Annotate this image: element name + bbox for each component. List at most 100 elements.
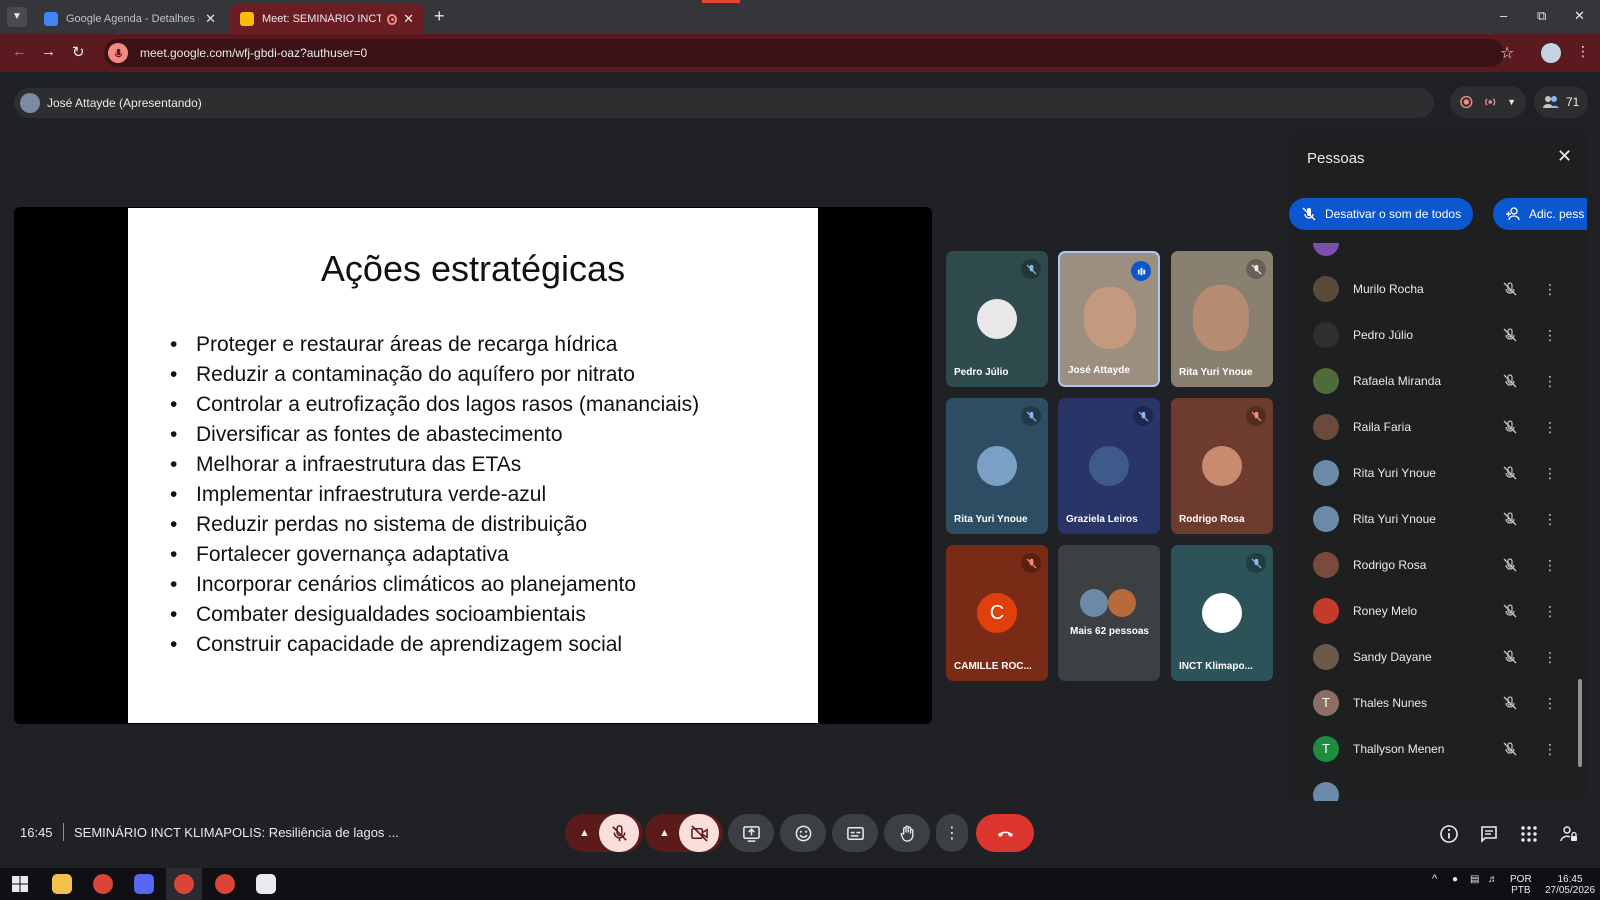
list-item[interactable]: T Thales Nunes ⋮	[1297, 680, 1565, 726]
meeting-details-button[interactable]	[1438, 823, 1460, 845]
more-options-button[interactable]: ⋮	[936, 814, 968, 852]
more-options-icon[interactable]: ⋮	[1543, 695, 1557, 712]
muted-mic-icon[interactable]	[1503, 512, 1517, 526]
list-item[interactable]: Rafaela Miranda ⋮	[1297, 358, 1565, 404]
restore-icon[interactable]: ⧉	[1537, 8, 1546, 24]
muted-mic-icon[interactable]	[1503, 328, 1517, 342]
muted-mic-icon[interactable]	[1503, 282, 1517, 296]
slide: Ações estratégicas Proteger e restaurar …	[128, 208, 818, 723]
add-people-button[interactable]: Adic. pess	[1493, 198, 1587, 230]
list-item[interactable]	[1297, 772, 1565, 801]
list-item[interactable]: Rita Yuri Ynoue ⋮	[1297, 450, 1565, 496]
muted-mic-icon[interactable]	[1503, 742, 1517, 756]
muted-mic-icon[interactable]	[1503, 650, 1517, 664]
muted-mic-icon	[1246, 259, 1266, 279]
participant-tile[interactable]: Rita Yuri Ynoue	[946, 398, 1048, 534]
present-screen-button[interactable]	[728, 814, 774, 852]
profile-avatar[interactable]	[1541, 43, 1561, 63]
chrome-icon[interactable]	[93, 874, 113, 894]
list-item[interactable]	[1297, 243, 1565, 266]
chrome-menu-icon[interactable]: ⋮	[1576, 43, 1590, 60]
language-indicator[interactable]: POR PTB	[1510, 874, 1532, 896]
muted-mic-icon[interactable]	[1503, 466, 1517, 480]
list-item[interactable]: Rodrigo Rosa ⋮	[1297, 542, 1565, 588]
chrome-icon[interactable]	[174, 874, 194, 894]
more-people-tile[interactable]: Mais 62 pessoas	[1058, 545, 1160, 681]
reactions-button[interactable]	[780, 814, 826, 852]
microphone-in-use-icon[interactable]	[108, 43, 128, 63]
list-item[interactable]: Sandy Dayane ⋮	[1297, 634, 1565, 680]
mute-all-button[interactable]: Desativar o som de todos	[1289, 198, 1474, 230]
muted-mic-icon[interactable]	[1503, 420, 1517, 434]
participant-tile[interactable]: C CAMILLE ROC...	[946, 545, 1048, 681]
minimize-icon[interactable]: –	[1500, 8, 1507, 23]
chat-button[interactable]	[1478, 823, 1500, 845]
capcut-icon[interactable]	[256, 874, 276, 894]
windows-taskbar	[0, 868, 1600, 900]
network-icon[interactable]: ▤	[1470, 874, 1479, 885]
more-options-icon[interactable]: ⋮	[1543, 373, 1557, 390]
captions-button[interactable]	[832, 814, 878, 852]
microphone-toggle-button[interactable]	[599, 814, 639, 852]
participant-tile[interactable]: Graziela Leiros	[1058, 398, 1160, 534]
more-options-icon[interactable]: ⋮	[1543, 557, 1557, 574]
participant-tile-active-speaker[interactable]: José Attayde	[1058, 251, 1160, 387]
list-item[interactable]: Roney Melo ⋮	[1297, 588, 1565, 634]
tab-meet[interactable]: Meet: SEMINÁRIO INCT KLI ✕	[230, 4, 424, 34]
raise-hand-button[interactable]	[884, 814, 930, 852]
more-options-icon[interactable]: ⋮	[1543, 419, 1557, 436]
taskbar-clock[interactable]: 16:45 27/05/2026	[1544, 874, 1596, 896]
chevron-up-icon[interactable]: ^	[1432, 874, 1437, 885]
chevron-up-icon[interactable]: ▲	[579, 827, 590, 839]
forward-icon[interactable]: →	[41, 43, 56, 60]
scrollbar[interactable]	[1578, 679, 1582, 767]
participants-button[interactable]: 71	[1534, 86, 1588, 118]
windows-start-icon[interactable]	[10, 874, 30, 894]
new-tab-icon[interactable]: +	[434, 6, 445, 27]
muted-mic-icon[interactable]	[1503, 696, 1517, 710]
more-options-icon[interactable]: ⋮	[1543, 465, 1557, 482]
chrome-icon[interactable]	[215, 874, 235, 894]
camera-toggle-button[interactable]	[679, 814, 719, 852]
leave-call-button[interactable]	[976, 814, 1034, 852]
microphone-icon[interactable]: ●	[1452, 874, 1458, 885]
tab-close-icon[interactable]: ✕	[205, 11, 216, 27]
discord-icon[interactable]	[134, 874, 154, 894]
host-controls-button[interactable]	[1558, 823, 1580, 845]
participant-avatar	[1313, 782, 1339, 801]
more-options-icon[interactable]: ⋮	[1543, 649, 1557, 666]
list-item[interactable]: T Thallyson Menen ⋮	[1297, 726, 1565, 772]
file-explorer-icon[interactable]	[52, 874, 72, 894]
close-icon[interactable]: ✕	[1557, 146, 1572, 167]
muted-mic-icon[interactable]	[1503, 374, 1517, 388]
more-options-icon[interactable]: ⋮	[1543, 603, 1557, 620]
tab-close-icon[interactable]: ✕	[403, 11, 414, 27]
close-window-icon[interactable]: ✕	[1574, 8, 1585, 24]
address-bar[interactable]: meet.google.com/wfj-gbdi-oaz?authuser=0	[104, 39, 1504, 67]
volume-icon[interactable]: ♬	[1488, 874, 1498, 885]
participant-tile[interactable]: Rodrigo Rosa	[1171, 398, 1273, 534]
list-item[interactable]: Pedro Júlio ⋮	[1297, 312, 1565, 358]
muted-mic-icon[interactable]	[1503, 558, 1517, 572]
bookmark-star-icon[interactable]: ☆	[1500, 43, 1514, 63]
tab-search-chevron-icon[interactable]: ▼	[7, 7, 27, 27]
participant-tile[interactable]: Pedro Júlio	[946, 251, 1048, 387]
participant-tile[interactable]: Rita Yuri Ynoue	[1171, 251, 1273, 387]
muted-mic-icon[interactable]	[1503, 604, 1517, 618]
slide-bullet: Combater desigualdades socioambientais	[170, 600, 699, 630]
list-item[interactable]: Murilo Rocha ⋮	[1297, 266, 1565, 312]
activities-button[interactable]	[1518, 823, 1540, 845]
more-options-icon[interactable]: ⋮	[1543, 511, 1557, 528]
list-item[interactable]: Rita Yuri Ynoue ⋮	[1297, 496, 1565, 542]
more-options-icon[interactable]: ⋮	[1543, 327, 1557, 344]
back-icon[interactable]: ←	[12, 43, 27, 60]
more-options-icon[interactable]: ⋮	[1543, 741, 1557, 758]
more-options-icon[interactable]: ⋮	[1543, 281, 1557, 298]
tab-google-agenda[interactable]: Google Agenda - Detalhes do e ✕	[34, 4, 226, 34]
participant-tile[interactable]: INCT Klimapo...	[1171, 545, 1273, 681]
meeting-clock: 16:45	[20, 825, 53, 840]
reload-icon[interactable]: ↻	[72, 43, 85, 61]
list-item[interactable]: Raila Faria ⋮	[1297, 404, 1565, 450]
chevron-up-icon[interactable]: ▲	[659, 827, 670, 839]
recording-controls[interactable]: ▼	[1450, 86, 1526, 118]
